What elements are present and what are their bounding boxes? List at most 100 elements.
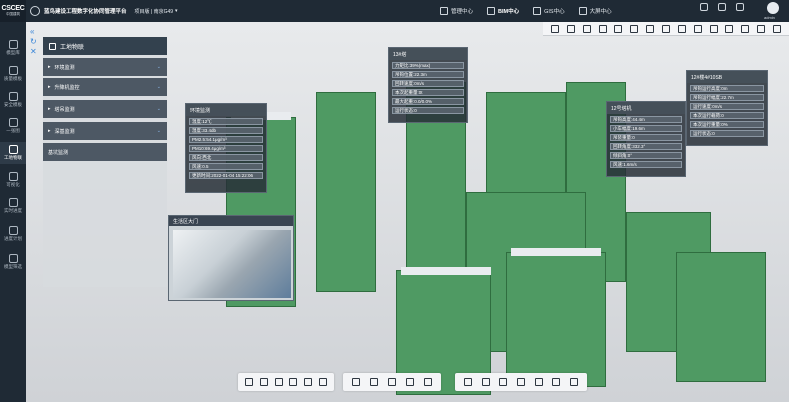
refresh-icon[interactable]: [718, 3, 726, 11]
collapse-icon[interactable]: «: [30, 27, 34, 36]
tower13-row: 回转速度:0m/s: [392, 80, 464, 87]
cube-icon[interactable]: [303, 378, 312, 386]
env-row: PM10:69.4μg/m³: [189, 145, 263, 152]
layers-icon[interactable]: [570, 378, 579, 386]
ruler-icon[interactable]: [772, 24, 781, 33]
building: [676, 252, 766, 382]
settings-icon[interactable]: [566, 24, 575, 33]
caret-right-icon: ▸: [48, 106, 51, 112]
tag-icon[interactable]: [661, 24, 670, 33]
filter-icon: [8, 254, 18, 263]
project-selector[interactable]: 项目版 | 南京G49 ▾: [135, 8, 178, 15]
tower13-card: 13#塔 力矩比:39%(max) 吊钩位置:22.3m 回转速度:0m/s 本…: [388, 47, 468, 123]
expand-icon[interactable]: [406, 378, 414, 386]
crop-icon[interactable]: [388, 378, 396, 386]
columns-icon[interactable]: [598, 24, 607, 33]
nav-screen[interactable]: 大屏中心: [578, 7, 612, 15]
box-icon[interactable]: [289, 378, 298, 386]
cube-icon: [487, 7, 496, 15]
eye-off-icon[interactable]: [481, 378, 490, 386]
building12-row: 运行速度:0m/s: [690, 103, 764, 110]
star-icon[interactable]: [677, 24, 686, 33]
chevron-icon: ⌄: [156, 84, 161, 90]
project-label: 项目版 | 南京G49: [134, 8, 174, 15]
building12-title: 12#楼4#10SB: [687, 71, 767, 83]
layers-icon[interactable]: [614, 24, 623, 33]
env-row: PM2.5:54.1μg/m³: [189, 136, 263, 143]
sidebar-item-map[interactable]: 一张图: [0, 118, 26, 134]
copy-icon[interactable]: [516, 378, 525, 386]
refresh-icon[interactable]: ↻: [30, 37, 37, 46]
cube-plus-icon[interactable]: [259, 378, 268, 386]
close-icon[interactable]: ✕: [30, 47, 37, 56]
sidebar: 模型库 质量模板 安全模板 一张图 工地物联 可视化 实时进度 进度计划 模型筛…: [0, 22, 26, 402]
caret-right-icon: ▸: [48, 84, 51, 90]
sidebar-item-visual[interactable]: 可视化: [0, 172, 26, 188]
settings-icon[interactable]: [736, 3, 744, 11]
export-icon[interactable]: [552, 378, 561, 386]
ruler-icon[interactable]: [370, 378, 378, 386]
tower13-row: 运行状态:0: [392, 107, 464, 114]
menu-item-pit[interactable]: 基坑监测: [43, 143, 167, 161]
avatar[interactable]: [767, 2, 779, 14]
paperclip-icon[interactable]: [630, 24, 639, 33]
sidebar-item-filter[interactable]: 模型筛选: [0, 254, 26, 270]
globe-icon[interactable]: [550, 24, 559, 33]
top-right-icons: [700, 3, 744, 11]
filter-icon[interactable]: [741, 24, 750, 33]
draw-icon[interactable]: [646, 24, 655, 33]
nav-management[interactable]: 管理中心: [440, 7, 473, 15]
tower13-row: 吊钩位置:22.3m: [392, 71, 464, 78]
menu-item-env[interactable]: ▸ 环境监测 ⌄: [43, 58, 167, 76]
camera-feed[interactable]: 生活区大门: [168, 215, 294, 301]
grid-icon[interactable]: [424, 378, 432, 386]
picture-icon[interactable]: [725, 24, 734, 33]
sidebar-item-model[interactable]: 模型库: [0, 40, 26, 56]
logo-text: CSCEC: [1, 5, 25, 12]
username: admin: [764, 15, 775, 20]
settings-icon[interactable]: [463, 378, 472, 386]
menu-item-crane[interactable]: ▸ 塔吊监测 ⌄: [43, 100, 167, 118]
model-icon: [8, 40, 18, 49]
iot-icon: [49, 42, 56, 50]
focus-icon[interactable]: [534, 378, 543, 386]
nav-bim[interactable]: BIM中心: [487, 7, 519, 15]
env-row: 风速:0.5: [189, 163, 263, 170]
home-icon[interactable]: [700, 3, 708, 11]
sidebar-item-quality[interactable]: 质量模板: [0, 66, 26, 82]
sidebar-item-safety[interactable]: 安全模板: [0, 92, 26, 108]
briefcase-icon[interactable]: [352, 378, 360, 386]
table-icon[interactable]: [582, 24, 591, 33]
building12-row: 吊钩运行幅度:22.7m: [690, 94, 764, 101]
chevron-down-icon: ▾: [175, 8, 178, 14]
view-toolbar: [543, 22, 789, 36]
menu-item-elevator[interactable]: ▸ 升降机监控 ⌄: [43, 78, 167, 96]
calendar-icon[interactable]: [693, 24, 702, 33]
building12-row: 本次运行重量:0%: [690, 121, 764, 128]
flag-icon[interactable]: [709, 24, 718, 33]
sidebar-item-iot[interactable]: 工地物联: [0, 142, 26, 164]
top-bar: CSCEC 中国建筑 蓝鸟建设工程数字化协同管理平台 项目版 | 南京G49 ▾: [0, 0, 789, 22]
menu-item-deep[interactable]: ▸ 深基监测 ⌄: [43, 122, 167, 140]
tower12-row: 回转角度:332.3°: [610, 143, 682, 150]
tool-icon[interactable]: [757, 24, 766, 33]
tower12-row: 小车幅度:19.6m: [610, 125, 682, 132]
sidebar-item-plan[interactable]: 进度计划: [0, 226, 26, 242]
tree-icon[interactable]: [318, 378, 327, 386]
chevron-icon: ⌄: [156, 128, 161, 134]
tower12-row: 吊装重量:0: [610, 134, 682, 141]
house-icon[interactable]: [274, 378, 283, 386]
eye-icon[interactable]: [499, 378, 508, 386]
brand-logo: CSCEC 中国建筑: [0, 0, 26, 22]
top-nav: 管理中心 BIM中心 GIS中心 大屏中心: [440, 0, 612, 22]
sidebar-item-progress[interactable]: 实时进度: [0, 198, 26, 214]
app-title: 蓝鸟建设工程数字化协同管理平台: [44, 9, 127, 15]
camera-video: [173, 230, 291, 298]
nav-gis[interactable]: GIS中心: [533, 7, 565, 15]
tower13-title: 13#塔: [389, 48, 467, 60]
panel-header: 工地物联: [43, 37, 167, 55]
pointer-icon[interactable]: [245, 378, 254, 386]
env-row: 湿度:33.4db: [189, 127, 263, 134]
tower13-row: 最大起重:0.0/0.0%: [392, 98, 464, 105]
env-row: 风向:西北: [189, 154, 263, 161]
